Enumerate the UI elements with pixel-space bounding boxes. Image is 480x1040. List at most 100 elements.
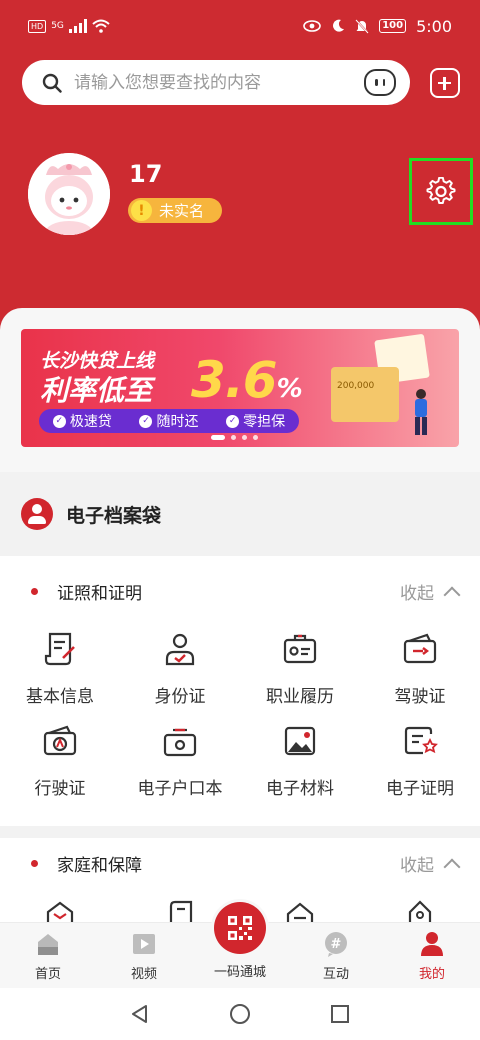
tab-label: 我的 xyxy=(418,967,445,982)
search-bar[interactable] xyxy=(22,60,410,105)
avatar[interactable] xyxy=(28,153,110,235)
verify-status-badge[interactable]: ! 未实名 xyxy=(128,198,222,223)
bullet-dot xyxy=(31,859,38,867)
banner-box-illustration: 200,000 xyxy=(331,367,399,422)
grid-item-household-register[interactable]: 电子户口本 xyxy=(120,716,240,808)
archive-title: 电子档案袋 xyxy=(66,504,162,527)
interact-icon: # xyxy=(325,932,347,957)
id-card-icon xyxy=(165,633,195,666)
user-phone-number: 17 xyxy=(129,160,163,188)
archive-section-header: 电子档案袋 xyxy=(0,472,480,556)
tab-home[interactable]: 首页 xyxy=(0,923,96,988)
grid-item-id-card[interactable]: 身份证 xyxy=(120,624,240,716)
tab-label: 一码通城 xyxy=(213,965,266,980)
grid-item-label: 基本信息 xyxy=(26,687,94,707)
banner-feature: ✓ 零担保 xyxy=(226,411,285,431)
grid-item-e-certificate[interactable]: 电子证明 xyxy=(360,716,480,808)
add-button[interactable] xyxy=(430,68,460,98)
tab-label: 视频 xyxy=(130,967,157,982)
banner-rate-value: 3.6 xyxy=(191,351,278,409)
grid-item-label: 电子证明 xyxy=(386,779,454,799)
network-tag: HD xyxy=(28,19,47,33)
svg-text:#: # xyxy=(331,937,342,952)
home-circle-icon[interactable] xyxy=(229,1003,251,1025)
system-navigation-bar xyxy=(0,988,480,1040)
banner-subheadline: 利率低至 xyxy=(40,374,153,407)
collapse-label: 收起 xyxy=(400,584,434,604)
check-icon: ✓ xyxy=(139,414,153,428)
promo-banner[interactable]: 长沙快贷上线 利率低至 3.6% 200,000 ✓ 极速贷 ✓ 随时还 ✓ 零担保 xyxy=(21,329,459,447)
back-icon[interactable] xyxy=(129,1003,151,1025)
tab-interact[interactable]: # 互动 xyxy=(288,923,384,988)
clock: 5:00 xyxy=(416,16,452,36)
tab-video[interactable]: 视频 xyxy=(96,923,192,988)
warning-icon: ! xyxy=(131,200,152,221)
vehicle-license-icon xyxy=(43,725,77,756)
license-grid: 基本信息 身份证 职业履历 驾驶证 行驶证 电子户口本 电子材料 电子证明 xyxy=(0,624,480,808)
search-input[interactable] xyxy=(74,72,344,93)
app-root: HD 5G 100 5:00 1 xyxy=(0,0,480,1040)
mute-bell-icon xyxy=(355,18,369,34)
tab-profile[interactable]: 我的 xyxy=(384,923,480,988)
settings-button[interactable] xyxy=(409,158,473,225)
search-icon xyxy=(42,73,62,93)
e-certificate-icon xyxy=(404,726,438,755)
licenses-group: 证照和证明 收起 基本信息 身份证 职业履历 驾驶证 行驶证 电子户口本 电子材… xyxy=(0,556,480,826)
battery-indicator: 100 xyxy=(379,19,407,33)
career-icon xyxy=(283,634,317,664)
banner-feature: ✓ 随时还 xyxy=(139,411,198,431)
banner-box-amount: 200,000 xyxy=(337,381,375,391)
recents-icon[interactable] xyxy=(329,1003,351,1025)
grid-item-label: 身份证 xyxy=(154,687,206,707)
grid-item-vehicle-license[interactable]: 行驶证 xyxy=(0,716,120,808)
banner-page-indicator xyxy=(211,435,258,440)
qr-code-button[interactable] xyxy=(214,902,266,954)
signal-label: 5G xyxy=(51,21,64,31)
banner-feature: ✓ 极速贷 xyxy=(52,411,112,431)
collapse-label: 收起 xyxy=(400,856,434,876)
gear-icon xyxy=(426,176,456,204)
avatar-mascot-icon xyxy=(28,153,110,235)
tab-label: 首页 xyxy=(34,967,61,982)
tab-label: 互动 xyxy=(322,967,349,982)
moon-icon xyxy=(333,19,345,32)
status-bar: HD 5G 100 5:00 xyxy=(0,0,480,52)
group-title: 家庭和保障 xyxy=(57,855,142,876)
collapse-toggle[interactable]: 收起 xyxy=(400,851,461,876)
profile-icon xyxy=(421,932,443,956)
bullet-dot xyxy=(31,587,38,595)
check-icon: ✓ xyxy=(52,414,66,428)
grid-item-label: 职业履历 xyxy=(266,687,334,707)
grid-item-e-material[interactable]: 电子材料 xyxy=(240,716,360,808)
banner-feature-pills: ✓ 极速贷 ✓ 随时还 ✓ 零担保 xyxy=(39,409,299,433)
home-icon xyxy=(38,934,58,955)
banner-rate: 3.6% xyxy=(191,351,303,409)
basic-info-icon xyxy=(44,632,75,666)
grid-item-basic-info[interactable]: 基本信息 xyxy=(0,624,120,716)
banner-feature-label: 零担保 xyxy=(243,414,286,430)
collapse-toggle[interactable]: 收起 xyxy=(400,579,461,604)
verify-status-label: 未实名 xyxy=(159,202,205,220)
chevron-up-icon xyxy=(443,586,461,603)
driver-license-icon xyxy=(403,633,437,664)
banner-feature-label: 随时还 xyxy=(156,414,199,430)
grid-item-career[interactable]: 职业履历 xyxy=(240,624,360,716)
video-icon xyxy=(133,934,155,954)
grid-item-label: 电子户口本 xyxy=(137,779,223,799)
grid-item-label: 驾驶证 xyxy=(394,687,446,707)
household-register-icon xyxy=(163,728,197,757)
grid-item-driver-license[interactable]: 驾驶证 xyxy=(360,624,480,716)
banner-feature-label: 极速贷 xyxy=(69,414,112,430)
wifi-icon xyxy=(92,19,110,33)
grid-item-label: 电子材料 xyxy=(266,779,334,799)
group-title: 证照和证明 xyxy=(57,583,142,604)
signal-icon xyxy=(68,19,87,33)
eye-icon xyxy=(303,20,321,32)
chevron-up-icon xyxy=(443,858,461,875)
e-material-icon xyxy=(284,726,316,756)
banner-rate-unit: % xyxy=(276,374,303,404)
user-icon xyxy=(21,498,53,530)
qr-code-icon xyxy=(228,916,252,940)
banner-person-illustration xyxy=(415,389,427,435)
assistant-icon[interactable] xyxy=(364,69,396,96)
